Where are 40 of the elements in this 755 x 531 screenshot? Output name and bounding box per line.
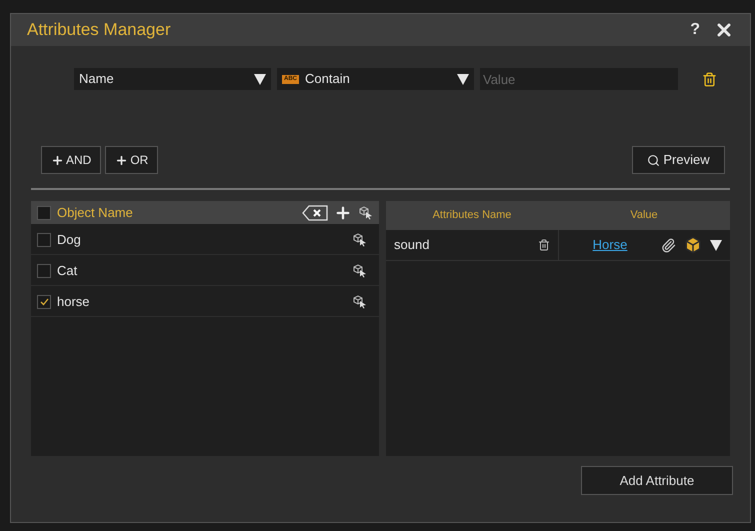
plus-icon [51,154,64,166]
cube-icon[interactable] [684,236,702,254]
clear-icon[interactable] [302,204,328,220]
value-input[interactable]: Value [480,68,678,90]
add-icon[interactable] [334,204,352,222]
value-link[interactable]: Horse [567,235,653,255]
cube-cursor-icon[interactable] [352,294,367,309]
add-attribute-button[interactable]: Add Attribute [581,466,733,495]
checkbox[interactable] [37,206,51,220]
window-title: Attributes Manager [27,19,171,42]
trash-icon[interactable] [538,239,550,251]
checkbox[interactable] [37,294,51,308]
preview-button[interactable]: Preview [632,146,725,174]
logic-button[interactable]: AND [41,146,102,174]
cube-cursor-icon[interactable] [352,263,367,278]
cube-cursor-icon[interactable] [358,205,373,220]
object-row[interactable]: horse [31,287,379,317]
paperclip-icon[interactable] [661,238,676,252]
dropdown-arrow-icon [254,74,266,84]
object-name: horse [57,292,91,311]
checkbox[interactable] [37,264,51,278]
search-icon [647,154,660,166]
object-name: Dog [57,230,82,249]
object-name: Cat [57,262,78,280]
field-dropdown[interactable]: Name [74,68,271,90]
cube-cursor-icon[interactable] [352,232,367,247]
check-icon [40,298,48,306]
checkbox[interactable] [37,232,51,246]
trash-icon[interactable] [702,72,717,86]
logic-button[interactable]: OR [105,146,158,174]
object-row[interactable]: Dog [31,225,379,255]
dropdown-arrow-icon [710,240,722,250]
attribute-name: sound [394,236,430,254]
column-heading: Value [629,208,659,224]
plus-icon [115,154,128,166]
dropdown-arrow-icon [457,74,469,84]
column-heading: Attributes Name [432,208,512,224]
object-row[interactable]: Cat [31,256,379,286]
help-button[interactable]: ? [690,18,700,42]
column-heading: Object Name [57,204,134,222]
